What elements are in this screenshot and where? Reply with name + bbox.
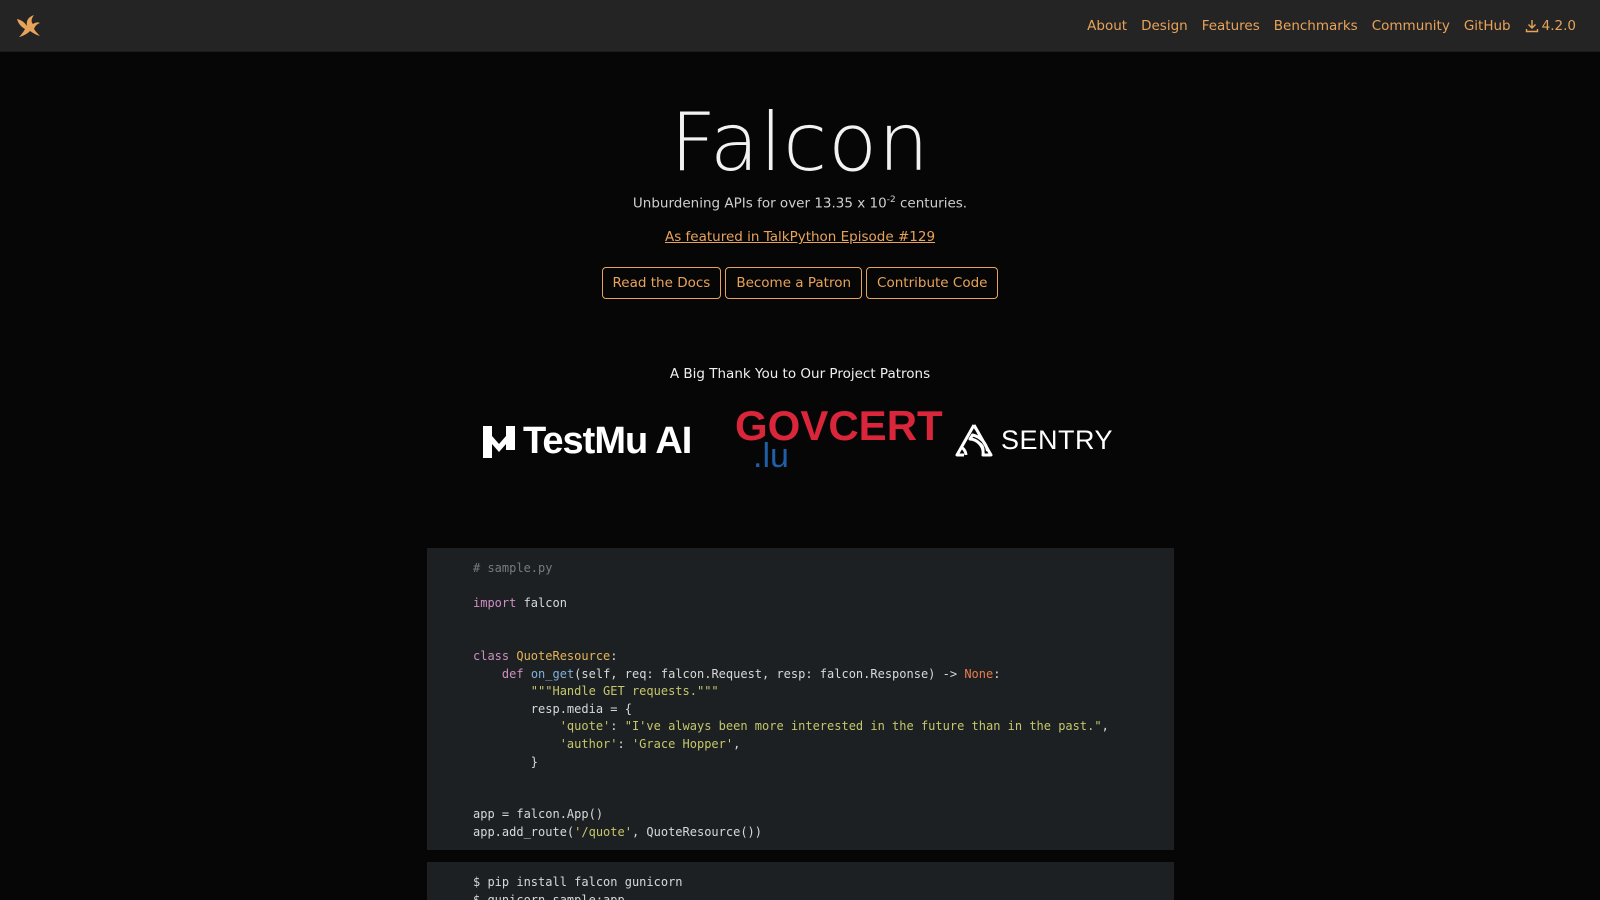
code-class-line: class QuoteResource:: [473, 648, 618, 663]
nav-links: About Design Features Benchmarks Communi…: [1073, 0, 1576, 52]
code-import-line: import falcon: [473, 596, 567, 611]
nav-link-benchmarks[interactable]: Benchmarks: [1274, 18, 1358, 34]
sentry-mark-icon: [955, 424, 993, 457]
contribute-code-button[interactable]: Contribute Code: [866, 267, 999, 299]
testmu-mark-icon: [483, 425, 515, 458]
featured-line: As featured in TalkPython Episode #129: [0, 229, 1600, 245]
code-author-line: 'author': 'Grace Hopper',: [473, 736, 741, 751]
nav-link-version[interactable]: 4.2.0: [1525, 18, 1576, 34]
testmu-wordmark: TestMu AI: [523, 420, 692, 462]
tagline: Unburdening APIs for over 13.35 x 10-2 c…: [0, 195, 1600, 212]
tagline-suffix: centuries.: [895, 195, 968, 212]
nav-link-about[interactable]: About: [1087, 18, 1127, 34]
version-label: 4.2.0: [1541, 18, 1576, 34]
code-def-line: def on_get(self, req: falcon.Request, re…: [501, 666, 1001, 681]
install-line-pip: $ pip install falcon gunicorn: [473, 875, 683, 889]
patron-logos: TestMu AI GOVCERT .lu SENTRY: [0, 405, 1600, 475]
hero-buttons: Read the Docs Become a Patron Contribute…: [0, 267, 1600, 299]
become-patron-button[interactable]: Become a Patron: [725, 267, 863, 299]
nav-link-features[interactable]: Features: [1202, 18, 1260, 34]
install-code-block: $ pip install falcon gunicorn $ gunicorn…: [427, 862, 1174, 900]
nav-link-design[interactable]: Design: [1141, 18, 1188, 34]
tagline-prefix: Unburdening APIs for over 13.35 x 10: [632, 195, 887, 212]
talkpython-link[interactable]: As featured in TalkPython Episode #129: [665, 229, 935, 245]
download-icon: [1525, 20, 1538, 33]
sentry-wordmark: SENTRY: [1001, 424, 1114, 455]
code-media-close-line: }: [473, 754, 539, 769]
tagline-exponent: -2: [886, 195, 896, 205]
testmu-logo[interactable]: TestMu AI: [483, 420, 692, 463]
falcon-logo-icon[interactable]: [14, 12, 42, 40]
sample-code-block: # sample.py import falcon class QuoteRes…: [427, 548, 1174, 850]
read-docs-button[interactable]: Read the Docs: [601, 267, 722, 299]
code-app-line: app = falcon.App(): [473, 807, 604, 822]
nav-link-github[interactable]: GitHub: [1464, 18, 1511, 34]
hero-title: Falcon: [670, 96, 930, 189]
code-docstring-line: """Handle GET requests.""": [473, 684, 719, 699]
code-media-open-line: resp.media = {: [473, 701, 632, 716]
patrons-heading: A Big Thank You to Our Project Patrons: [669, 366, 931, 382]
sentry-logo[interactable]: SENTRY: [955, 423, 1113, 457]
top-navbar: About Design Features Benchmarks Communi…: [0, 0, 1600, 52]
govcert-lu-wordmark: .lu: [753, 437, 789, 475]
govcert-logo[interactable]: GOVCERT .lu: [735, 405, 943, 476]
code-comment: # sample.py: [473, 561, 553, 575]
nav-link-community[interactable]: Community: [1372, 18, 1450, 34]
code-quote-line: 'quote': "I've always been more interest…: [473, 719, 1109, 734]
code-route-line: app.add_route('/quote', QuoteResource()): [473, 824, 762, 839]
install-line-gunicorn: $ gunicorn sample:app: [473, 892, 625, 900]
